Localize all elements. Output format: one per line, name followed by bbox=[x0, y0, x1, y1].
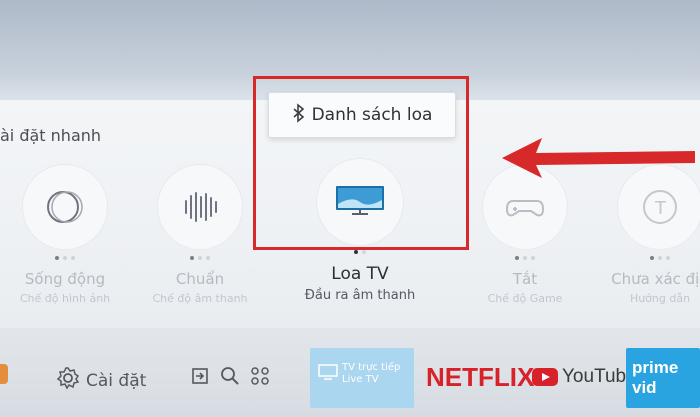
quick-item-sub: Đầu ra âm thanh bbox=[304, 288, 416, 303]
prime-video-label: prime vid bbox=[632, 358, 679, 397]
quick-item-label: Chuẩn bbox=[175, 270, 225, 288]
circle-rings-icon bbox=[22, 164, 108, 250]
quick-item-sub: Hướng dẫn bbox=[629, 292, 691, 305]
quick-item-label: Tắt bbox=[512, 270, 538, 288]
sound-bars-icon bbox=[157, 164, 243, 250]
netflix-app[interactable]: NETFLIX bbox=[426, 362, 534, 393]
annotation-highlight-box bbox=[253, 76, 469, 250]
quick-item-sub: Chế độ Game bbox=[487, 292, 563, 305]
svg-text:T: T bbox=[654, 198, 667, 219]
settings-button[interactable]: Cài đặt bbox=[56, 366, 146, 395]
youtube-app[interactable]: YouTube bbox=[532, 366, 637, 388]
live-tv-tile[interactable]: TV trực tiếp Live TV bbox=[310, 348, 414, 408]
quick-item-sound-mode[interactable]: Chuẩn Chế độ âm thanh bbox=[145, 164, 255, 305]
quick-item-label: Loa TV bbox=[331, 264, 389, 284]
source-icon[interactable] bbox=[190, 366, 210, 391]
quick-item-sub: Chế độ hình ảnh bbox=[19, 292, 111, 305]
tv-icon bbox=[318, 364, 338, 384]
live-tv-label: TV trực tiếp Live TV bbox=[342, 362, 401, 385]
quick-item-label: Chưa xác địn bbox=[611, 270, 700, 288]
gear-icon bbox=[56, 366, 80, 395]
prime-video-tile[interactable]: prime vid bbox=[626, 348, 700, 408]
apps-icon[interactable] bbox=[250, 366, 270, 391]
youtube-play-icon bbox=[532, 368, 558, 386]
quick-item-sub: Chế độ âm thanh bbox=[152, 292, 248, 305]
quick-item-label: Sống động bbox=[24, 270, 106, 288]
search-icon[interactable] bbox=[220, 366, 240, 391]
settings-label: Cài đặt bbox=[86, 370, 147, 391]
annotation-arrow-icon bbox=[502, 138, 695, 178]
bottom-shortcuts bbox=[190, 366, 270, 391]
quick-item-picture-mode[interactable]: Sống động Chế độ hình ảnh bbox=[10, 164, 120, 305]
quick-settings-title: ài đặt nhanh bbox=[0, 126, 102, 145]
source-badge-icon[interactable] bbox=[0, 364, 8, 384]
